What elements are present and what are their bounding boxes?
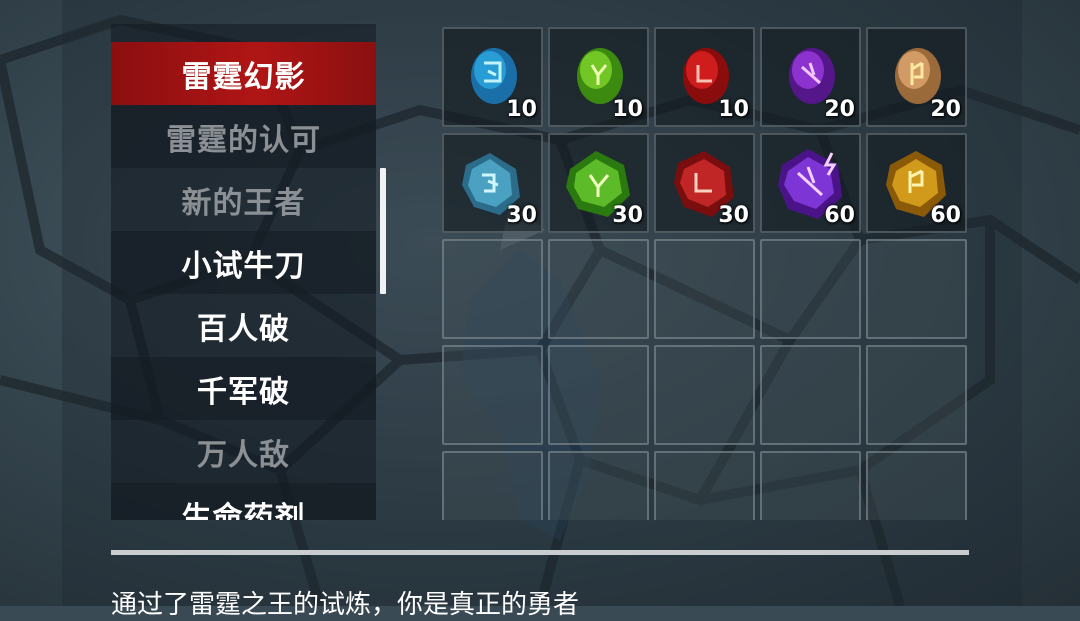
quest-label: 雷霆的认可	[166, 122, 321, 158]
reward-slot[interactable]: 30	[548, 133, 649, 233]
reward-slot[interactable]: 10	[442, 27, 543, 127]
empty-slot	[548, 451, 649, 520]
empty-slot	[548, 345, 649, 445]
quest-item-partial	[111, 24, 376, 41]
quest-list-scrollbar[interactable]	[380, 168, 386, 294]
quest-label: 万人敌	[197, 437, 290, 473]
reward-count: 60	[930, 203, 961, 228]
quest-item-ten-thousand-foe[interactable]: 万人敌	[111, 420, 376, 483]
empty-slot	[654, 345, 755, 445]
quest-list[interactable]: 雷霆幻影 雷霆的认可 新的王者 小试牛刀 百人破 千军破 万人敌 生命药剂	[111, 24, 376, 520]
quest-item-new-king[interactable]: 新的王者	[111, 168, 376, 231]
reward-slot[interactable]: 60	[760, 133, 861, 233]
quest-item-thousand-break[interactable]: 千军破	[111, 357, 376, 420]
quest-label: 百人破	[197, 311, 290, 347]
quest-label: 小试牛刀	[181, 248, 306, 284]
empty-slot	[654, 451, 755, 520]
divider	[111, 550, 969, 555]
reward-count: 10	[718, 97, 749, 122]
quest-description: 通过了雷霆之王的试炼，你是真正的勇者	[111, 590, 580, 620]
reward-slot[interactable]: 10	[654, 27, 755, 127]
reward-count: 10	[506, 97, 537, 122]
reward-count: 20	[824, 97, 855, 122]
quest-label: 新的王者	[181, 185, 306, 221]
empty-slot	[760, 451, 861, 520]
empty-slot	[866, 345, 967, 445]
reward-slot[interactable]: 30	[442, 133, 543, 233]
reward-slot[interactable]: 20	[866, 27, 967, 127]
quest-item-thunder-phantom[interactable]: 雷霆幻影	[111, 42, 376, 105]
empty-slot	[442, 239, 543, 339]
reward-count: 20	[930, 97, 961, 122]
reward-slot[interactable]: 20	[760, 27, 861, 127]
quest-item-hundred-break[interactable]: 百人破	[111, 294, 376, 357]
quest-item-first-trial[interactable]: 小试牛刀	[111, 231, 376, 294]
reward-count: 30	[506, 203, 537, 228]
quest-label: 雷霆幻影	[181, 59, 306, 95]
quest-label: 生命药剂	[181, 500, 306, 521]
empty-slot	[654, 239, 755, 339]
reward-count: 30	[718, 203, 749, 228]
quest-item-life-potion[interactable]: 生命药剂	[111, 483, 376, 520]
empty-slot	[442, 451, 543, 520]
empty-slot	[866, 451, 967, 520]
reward-count: 60	[824, 203, 855, 228]
reward-slot[interactable]: 60	[866, 133, 967, 233]
empty-slot	[548, 239, 649, 339]
empty-slot	[760, 345, 861, 445]
reward-slot[interactable]: 10	[548, 27, 649, 127]
quest-label	[238, 24, 249, 27]
reward-grid: 10 10 10 20 20 30 30 30 60 60	[442, 27, 969, 520]
reward-slot[interactable]: 30	[654, 133, 755, 233]
quest-label: 千军破	[197, 374, 290, 410]
empty-slot	[760, 239, 861, 339]
empty-slot	[442, 345, 543, 445]
quest-item-thunder-recognition[interactable]: 雷霆的认可	[111, 105, 376, 168]
empty-slot	[866, 239, 967, 339]
reward-count: 10	[612, 97, 643, 122]
reward-count: 30	[612, 203, 643, 228]
